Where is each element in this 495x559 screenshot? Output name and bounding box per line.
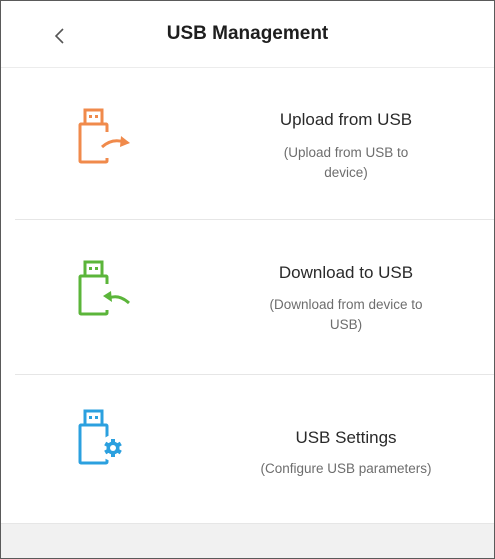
upload-from-usb-item[interactable]: Upload from USB (Upload from USB to devi… [1, 68, 494, 218]
upload-from-usb-description-line-2: device) [324, 165, 368, 180]
download-to-usb-label: Download to USB [278, 263, 414, 282]
chevron-left-icon [54, 28, 64, 44]
usb-upload-icon [78, 108, 137, 164]
upload-from-usb-description-line-1: (Upload from USB to [283, 145, 409, 160]
header-bar: USB Management [1, 1, 494, 68]
usb-download-icon [78, 260, 135, 316]
download-to-usb-item[interactable]: Download to USB (Download from device to… [1, 220, 494, 373]
usb-settings-icon [78, 409, 126, 465]
usb-settings-description: (Configure USB parameters) [260, 461, 432, 476]
download-to-usb-description-line-2: USB) [329, 317, 363, 332]
usb-settings-label: USB Settings [295, 428, 397, 447]
usb-management-screen: USB Management Upload from USB (Upload f… [0, 0, 495, 559]
usb-settings-item[interactable]: USB Settings (Configure USB parameters) [1, 375, 494, 522]
bottom-area [1, 523, 494, 558]
page-title: USB Management [166, 23, 329, 44]
upload-from-usb-label: Upload from USB [279, 110, 413, 129]
download-to-usb-description-line-1: (Download from device to [269, 297, 423, 312]
back-button[interactable] [45, 21, 75, 51]
